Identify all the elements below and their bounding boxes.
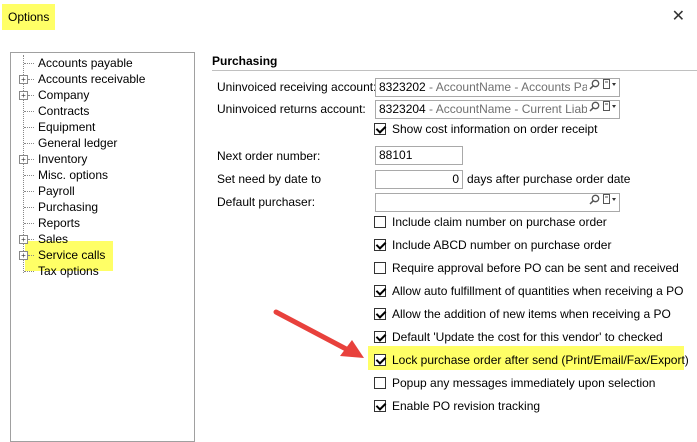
tree-item-label: Contracts [38, 104, 90, 118]
combo-buttons [586, 101, 617, 118]
account-code: 8323204 [379, 102, 426, 116]
options-tree: Accounts payable + Accounts receivable +… [10, 52, 195, 442]
default-purchaser-label: Default purchaser: [217, 195, 316, 209]
need-by-suffix: days after purchase order date [467, 172, 631, 186]
revision-tracking-label: Enable PO revision tracking [392, 399, 541, 413]
tree-dots [28, 159, 34, 160]
tree-dots [28, 255, 34, 256]
dropdown-icon[interactable] [603, 79, 617, 90]
revision-tracking-checkbox[interactable] [374, 400, 386, 412]
search-icon[interactable] [589, 101, 600, 112]
tree-dots [28, 79, 34, 80]
tree-dots [28, 95, 34, 96]
tree-item-label: Sales [38, 232, 69, 246]
require-approval-checkbox[interactable] [374, 262, 386, 274]
auto-fulfillment-checkbox[interactable] [374, 285, 386, 297]
tree-item-label: Misc. options [38, 168, 109, 182]
expand-icon[interactable]: + [19, 251, 28, 260]
show-cost-label: Show cost information on order receipt [392, 122, 598, 136]
tree-item-label: Payroll [38, 184, 75, 198]
lock-po-label: Lock purchase order after send (Print/Em… [392, 353, 689, 367]
tree-item-label: Tax options [38, 264, 99, 278]
require-approval-label: Require approval before PO can be sent a… [392, 261, 679, 275]
combo-buttons [586, 79, 617, 96]
include-abcd-checkbox[interactable] [374, 239, 386, 251]
default-update-cost-label: Default 'Update the cost for this vendor… [392, 330, 663, 344]
uninvoiced-receiving-combo[interactable]: 8323202 - AccountName - Accounts Payab [375, 78, 620, 97]
combo-buttons [586, 194, 617, 211]
allow-new-items-label: Allow the addition of new items when rec… [392, 307, 671, 321]
tree-item-label: Accounts receivable [38, 72, 146, 86]
section-header: Purchasing [212, 54, 697, 71]
uninvoiced-returns-combo[interactable]: 8323204 - AccountName - Current Liabilit… [375, 100, 620, 119]
tree-dots [24, 191, 34, 192]
popup-messages-label: Popup any messages immediately upon sele… [392, 376, 656, 390]
default-update-cost-checkbox[interactable] [374, 331, 386, 343]
uninvoiced-returns-label: Uninvoiced returns account: [217, 102, 366, 116]
lock-po-checkbox[interactable] [374, 354, 386, 366]
tree-dots [24, 127, 34, 128]
need-by-days-input[interactable]: 0 [375, 170, 463, 189]
search-icon[interactable] [589, 79, 600, 90]
close-icon[interactable]: ✕ [672, 6, 685, 26]
tree-item-label: Reports [38, 216, 81, 230]
tree-dots [24, 207, 34, 208]
section-title: Purchasing [212, 54, 278, 68]
include-claim-label: Include claim number on purchase order [392, 215, 607, 229]
tree-dots [24, 175, 34, 176]
account-description: - AccountName - Current Liabilitie [425, 102, 609, 116]
account-description: - AccountName - Accounts Payab [425, 80, 608, 94]
popup-messages-checkbox[interactable] [374, 377, 386, 389]
allow-new-items-checkbox[interactable] [374, 308, 386, 320]
tree-item-label: Purchasing [38, 200, 99, 214]
tree-dots [24, 271, 34, 272]
expand-icon[interactable]: + [19, 155, 28, 164]
include-claim-checkbox[interactable] [374, 216, 386, 228]
window-title: Options [2, 4, 56, 30]
set-need-by-label: Set need by date to [217, 172, 322, 186]
tree-item-label: Inventory [38, 152, 88, 166]
tree-dots [28, 239, 34, 240]
tree-item-label: Company [38, 88, 90, 102]
account-code: 8323202 [379, 80, 426, 94]
search-icon[interactable] [589, 194, 600, 205]
tree-item-label: General ledger [38, 136, 118, 150]
dropdown-icon[interactable] [603, 194, 617, 205]
expand-icon[interactable]: + [19, 75, 28, 84]
auto-fulfillment-label: Allow auto fulfillment of quantities whe… [392, 284, 684, 298]
show-cost-checkbox[interactable] [374, 123, 386, 135]
tree-dots [24, 223, 34, 224]
uninvoiced-receiving-label: Uninvoiced receiving account: [217, 80, 377, 94]
expand-icon[interactable]: + [19, 235, 28, 244]
tree-item-label: Service calls [38, 248, 106, 262]
tree-item-label: Accounts payable [38, 56, 133, 70]
default-purchaser-combo[interactable] [375, 193, 620, 212]
tree-item-label: Equipment [38, 120, 96, 134]
tree-dots [24, 143, 34, 144]
expand-icon[interactable]: + [19, 91, 28, 100]
include-abcd-label: Include ABCD number on purchase order [392, 238, 612, 252]
tree-dots [24, 111, 34, 112]
next-order-label: Next order number: [217, 149, 321, 163]
dropdown-icon[interactable] [603, 101, 617, 112]
next-order-input[interactable]: 88101 [375, 146, 463, 165]
title-bar: Options ✕ [0, 0, 697, 34]
tree-dots [24, 63, 34, 64]
annotation-arrow-icon [273, 309, 364, 358]
